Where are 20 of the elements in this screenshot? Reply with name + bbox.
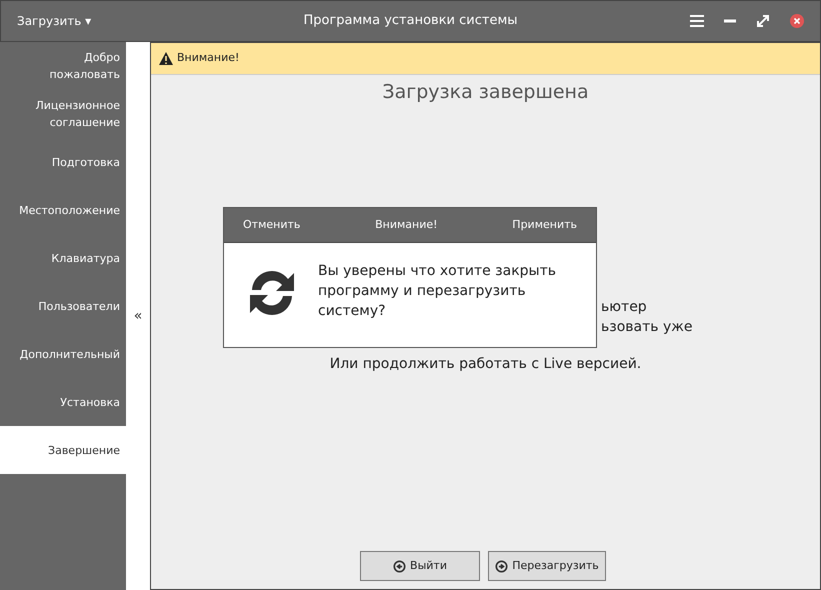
dialog-title: Внимание! xyxy=(375,216,438,233)
body-text: ьютер xyxy=(601,298,647,316)
window-title: Программа установки системы xyxy=(302,12,519,30)
apply-button[interactable]: Применить xyxy=(512,216,577,234)
minimize-icon[interactable] xyxy=(724,19,736,23)
warning-icon xyxy=(159,52,173,65)
page-heading: Загрузка завершена xyxy=(381,80,590,105)
sidebar-item[interactable]: Завершение xyxy=(0,426,126,474)
menu-icon[interactable] xyxy=(690,15,704,27)
cancel-button[interactable]: Отменить xyxy=(243,216,300,234)
close-icon[interactable] xyxy=(790,14,804,28)
dialog-message: Вы уверены что хотите закрыть программу и перезагрузить систему? xyxy=(318,262,558,321)
warning-text: Внимание! xyxy=(177,50,240,66)
exit-button[interactable]: Выйти xyxy=(360,551,480,581)
body-text: Или продолжить работать с Live версией. xyxy=(328,354,642,374)
load-menu[interactable]: Загрузить ▾ xyxy=(17,12,137,30)
collapse-button[interactable]: « xyxy=(134,306,142,326)
reboot-button[interactable]: Перезагрузить xyxy=(488,551,606,581)
body-text: ьзовать уже xyxy=(601,318,692,336)
maximize-icon[interactable] xyxy=(756,14,770,28)
